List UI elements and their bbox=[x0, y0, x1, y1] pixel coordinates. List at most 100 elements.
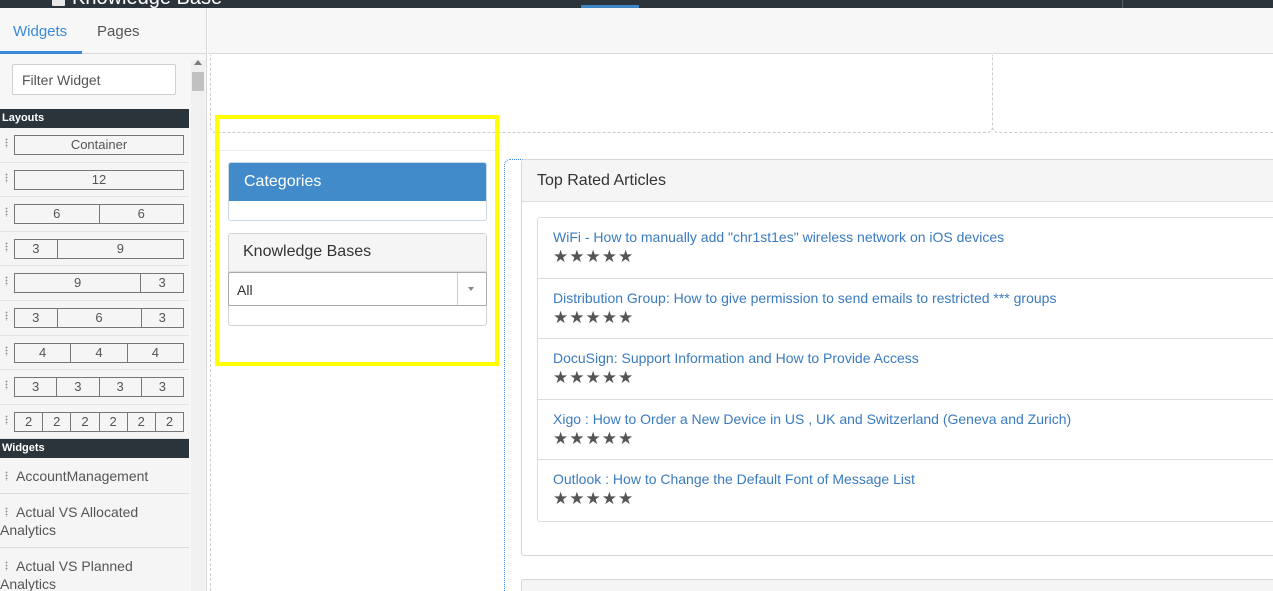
layout-cell: 2 bbox=[100, 412, 128, 431]
top-bar-divider bbox=[1122, 0, 1123, 8]
widget-list-item[interactable]: AccountManagement bbox=[0, 458, 189, 495]
drag-handle-icon[interactable] bbox=[5, 380, 8, 391]
tab-widgets[interactable]: Widgets bbox=[13, 23, 67, 40]
drag-handle-icon[interactable] bbox=[5, 345, 8, 356]
top-bar: Knowledge Base bbox=[0, 0, 1273, 8]
layout-preview: 66 bbox=[14, 204, 184, 225]
layout-preview: 222222 bbox=[14, 411, 184, 432]
star-rating-icon: ★★★★★ bbox=[553, 307, 635, 327]
drag-handle-icon[interactable] bbox=[5, 172, 8, 183]
layout-item[interactable]: Container bbox=[0, 128, 189, 163]
widget-list-item-label: Actual VS Allocated Analytics bbox=[0, 504, 139, 539]
knowledge-bases-widget[interactable]: Knowledge Bases All bbox=[228, 233, 487, 326]
layout-item[interactable]: 222222 bbox=[0, 404, 189, 440]
article-link[interactable]: DocuSign: Support Information and How to… bbox=[553, 350, 1273, 367]
layout-cell: 12 bbox=[91, 171, 107, 187]
chevron-down-icon[interactable] bbox=[468, 287, 474, 291]
layout-preview: Container bbox=[14, 135, 184, 155]
tab-active-underline bbox=[0, 51, 82, 54]
drag-handle-icon[interactable] bbox=[5, 241, 8, 252]
sidebar-scrollbar[interactable] bbox=[191, 60, 205, 591]
layout-preview: 3333 bbox=[14, 377, 184, 398]
layout-item[interactable]: 66 bbox=[0, 197, 189, 232]
article-link[interactable]: Distribution Group: How to give permissi… bbox=[553, 290, 1273, 307]
layout-cell: 4 bbox=[151, 344, 159, 360]
article-item: WiFi - How to manually add "chr1st1es" w… bbox=[538, 218, 1273, 279]
drag-handle-icon[interactable] bbox=[5, 561, 8, 572]
scroll-up-arrow-icon[interactable] bbox=[194, 60, 202, 65]
article-list: WiFi - How to manually add "chr1st1es" w… bbox=[537, 217, 1273, 522]
document-icon bbox=[52, 0, 65, 6]
article-link[interactable]: Xigo : How to Order a New Device in US ,… bbox=[553, 411, 1273, 428]
widgets-list: AccountManagement Actual VS Allocated Ana… bbox=[0, 458, 189, 591]
layout-cell: Container bbox=[70, 137, 128, 152]
layout-item[interactable]: 444 bbox=[0, 335, 189, 371]
top-rated-articles-widget[interactable]: Top Rated Articles WiFi - How to manuall… bbox=[521, 159, 1273, 556]
drop-zone-left-column[interactable] bbox=[210, 160, 504, 591]
next-widget-panel[interactable] bbox=[521, 579, 1273, 591]
drag-handle-icon[interactable] bbox=[5, 414, 8, 425]
layout-preview: 93 bbox=[14, 273, 184, 294]
drag-handle-icon[interactable] bbox=[5, 471, 8, 482]
sidebar-tabs: Widgets Pages bbox=[0, 8, 206, 54]
drag-handle-icon[interactable] bbox=[5, 310, 8, 321]
layout-cell: 3 bbox=[15, 378, 58, 397]
drop-zone-top-left[interactable] bbox=[210, 55, 993, 133]
layout-cell: 2 bbox=[71, 412, 100, 431]
widget-list-item[interactable]: Actual VS Allocated Analytics bbox=[0, 494, 189, 549]
widget-list-item[interactable]: Actual VS Planned Analytics bbox=[0, 548, 189, 591]
layout-item[interactable]: 39 bbox=[0, 231, 189, 267]
layout-cell: 4 bbox=[71, 343, 128, 362]
layout-cell: 2 bbox=[128, 412, 156, 431]
layout-cell: 2 bbox=[15, 412, 44, 431]
layout-item[interactable]: 3333 bbox=[0, 370, 189, 405]
article-link[interactable]: Outlook : How to Change the Default Font… bbox=[553, 471, 1273, 488]
star-rating-icon: ★★★★★ bbox=[553, 428, 635, 448]
app-root: Knowledge Base Widgets Pages Layouts Con… bbox=[0, 0, 1273, 591]
knowledge-base-select[interactable]: All bbox=[228, 272, 487, 306]
layout-item[interactable]: 363 bbox=[0, 300, 189, 336]
widget-list-item-label: AccountManagement bbox=[16, 468, 149, 485]
widget-list: Layouts Container 12 6 6 3 9 9 3 3 6 3 4 4 4 3 3 3 3 2 2 2 2 2… bbox=[0, 109, 189, 591]
layout-cell: 6 bbox=[15, 205, 100, 224]
layout-cell: 3 bbox=[100, 378, 142, 397]
drop-zone-top-right[interactable] bbox=[992, 55, 1273, 133]
article-item: Distribution Group: How to give permissi… bbox=[538, 279, 1273, 340]
star-rating-icon: ★★★★★ bbox=[553, 247, 635, 266]
article-item: Xigo : How to Order a New Device in US ,… bbox=[538, 400, 1273, 461]
layout-cell: 6 bbox=[58, 308, 142, 327]
drag-handle-icon[interactable] bbox=[5, 507, 8, 518]
layout-preview: 363 bbox=[14, 307, 184, 328]
row-divider bbox=[212, 150, 502, 151]
layout-cell: 3 bbox=[57, 378, 100, 397]
layout-cell: 3 bbox=[15, 239, 58, 258]
star-rating-icon: ★★★★★ bbox=[553, 489, 635, 509]
drag-handle-icon[interactable] bbox=[5, 207, 8, 218]
layout-item[interactable]: 12 bbox=[0, 162, 189, 198]
star-rating-icon: ★★★★★ bbox=[553, 368, 635, 388]
layout-cell: 9 bbox=[116, 240, 124, 256]
drag-handle-icon[interactable] bbox=[5, 138, 8, 148]
categories-title: Categories bbox=[229, 163, 486, 201]
layout-cell: 3 bbox=[15, 308, 58, 327]
layout-cell: 2 bbox=[43, 412, 72, 431]
layouts-list: Container 12 6 6 3 9 9 3 3 6 3 4 4 4 3 3 3 3 2 2 2 2 2 2 bbox=[0, 128, 189, 440]
app-title: Knowledge Base bbox=[72, 0, 222, 8]
widget-sidebar: Widgets Pages Layouts Container126639933… bbox=[0, 8, 207, 591]
layout-item[interactable]: 93 bbox=[0, 266, 189, 301]
tab-pages[interactable]: Pages bbox=[97, 23, 140, 40]
layout-preview: 39 bbox=[14, 238, 184, 259]
layout-cell: 3 bbox=[158, 379, 166, 395]
article-item: DocuSign: Support Information and How to… bbox=[538, 339, 1273, 400]
knowledge-bases-title: Knowledge Bases bbox=[229, 234, 486, 272]
layout-cell: 3 bbox=[158, 275, 166, 291]
drag-handle-icon[interactable] bbox=[5, 276, 8, 287]
layout-preview: 444 bbox=[14, 342, 184, 363]
categories-widget[interactable]: Categories bbox=[228, 162, 487, 221]
layout-cell: 9 bbox=[15, 274, 142, 293]
filter-widget-input[interactable] bbox=[12, 64, 176, 95]
top-rated-articles-title: Top Rated Articles bbox=[522, 160, 1273, 202]
canvas-toolbar bbox=[208, 8, 1273, 54]
scroll-thumb[interactable] bbox=[192, 72, 204, 91]
article-link[interactable]: WiFi - How to manually add "chr1st1es" w… bbox=[553, 229, 1273, 246]
